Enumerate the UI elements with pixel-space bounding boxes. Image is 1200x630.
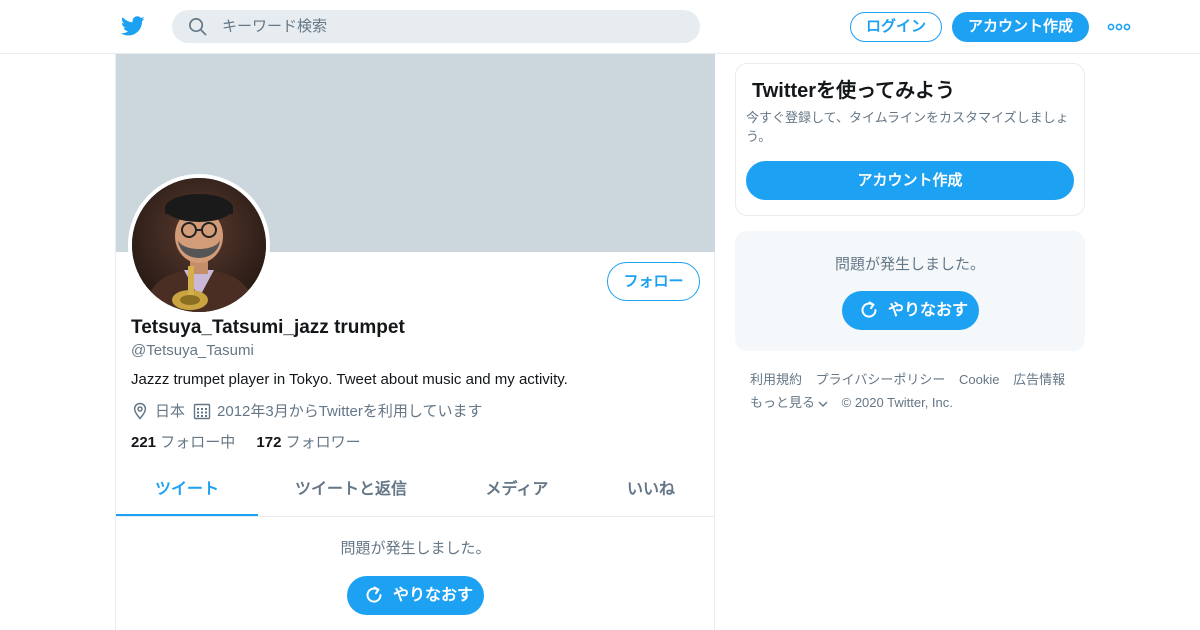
profile-joined-date: 2012年3月からTwitterを利用しています bbox=[217, 403, 483, 420]
timeline-retry-button[interactable]: やりなおす bbox=[347, 576, 484, 615]
sidebar-error-message: 問題が発生しました。 bbox=[834, 256, 985, 273]
signup-card-title: Twitterを使ってみよう bbox=[752, 80, 956, 102]
footer-more-link[interactable]: もっと見る bbox=[750, 391, 828, 414]
tab-media[interactable]: メディア bbox=[461, 466, 573, 516]
follow-button[interactable]: フォロー bbox=[607, 262, 700, 301]
footer-link-cookie[interactable]: Cookie bbox=[959, 368, 999, 391]
profile-display-name: Tetsuya_Tatsumi_jazz trumpet bbox=[131, 317, 405, 338]
chevron-down-icon bbox=[818, 401, 828, 407]
footer-more-label: もっと見る bbox=[750, 395, 816, 410]
following-stat[interactable]: 221 フォロー中 bbox=[131, 431, 235, 452]
retry-icon bbox=[366, 586, 382, 603]
footer-copyright: © 2020 Twitter, Inc. bbox=[841, 395, 953, 410]
retry-icon bbox=[861, 301, 877, 318]
timeline-error-message: 問題が発生しました。 bbox=[340, 540, 491, 557]
profile-meta: 日本 2012年3月からTwitterを利用しています bbox=[131, 400, 482, 420]
calendar-icon bbox=[185, 402, 217, 420]
footer-link-ads[interactable]: 広告情報 bbox=[1013, 368, 1065, 391]
tab-likes[interactable]: いいね bbox=[606, 466, 696, 516]
signup-card: Twitterを使ってみよう 今すぐ登録して、タイムラインをカスタマイズしましょ… bbox=[735, 63, 1085, 216]
profile-bio: Jazzz trumpet player in Tokyo. Tweet abo… bbox=[131, 371, 568, 388]
following-count: 221 bbox=[131, 434, 157, 451]
footer-links: 利用規約 プライバシーポリシー Cookie 広告情報 もっと見る © 2020… bbox=[750, 368, 1080, 414]
profile-tabs: ツイート ツイートと返信 メディア いいね bbox=[116, 466, 715, 517]
following-label: フォロー中 bbox=[160, 434, 236, 451]
footer-link-terms[interactable]: 利用規約 bbox=[750, 368, 802, 391]
followers-label: フォロワー bbox=[285, 434, 361, 451]
signup-card-description: 今すぐ登録して、タイムラインをカスタマイズしましょう。 bbox=[746, 110, 1069, 144]
avatar[interactable] bbox=[128, 174, 270, 316]
sidebar-error-card: 問題が発生しました。 やりなおす bbox=[735, 231, 1085, 351]
avatar-photo bbox=[132, 178, 266, 312]
location-icon bbox=[131, 402, 155, 420]
profile-stats: 221 フォロー中 172 フォロワー bbox=[131, 431, 378, 452]
search-icon bbox=[189, 18, 207, 36]
profile-handle: @Tetsuya_Tasumi bbox=[131, 342, 254, 359]
twitter-bird-icon[interactable] bbox=[120, 14, 146, 38]
profile-location: 日本 bbox=[155, 403, 186, 420]
signup-card-button[interactable]: アカウント作成 bbox=[746, 161, 1074, 200]
signup-button[interactable]: アカウント作成 bbox=[952, 12, 1089, 42]
search-box[interactable] bbox=[172, 10, 700, 43]
top-navigation-bar: ログイン アカウント作成 bbox=[0, 0, 1200, 54]
profile-column: フォロー Tetsuya_Tatsumi_jazz trumpet @Tetsu… bbox=[115, 54, 715, 630]
timeline-retry-label: やりなおす bbox=[393, 587, 474, 604]
login-button[interactable]: ログイン bbox=[850, 12, 942, 42]
tab-tweets-and-replies[interactable]: ツイートと返信 bbox=[276, 466, 426, 516]
tab-tweets[interactable]: ツイート bbox=[116, 466, 258, 516]
more-dots-icon[interactable] bbox=[1107, 20, 1131, 34]
search-input[interactable] bbox=[222, 10, 682, 43]
sidebar-retry-label: やりなおす bbox=[888, 302, 969, 319]
followers-stat[interactable]: 172 フォロワー bbox=[256, 431, 360, 452]
footer-link-privacy[interactable]: プライバシーポリシー bbox=[816, 368, 946, 391]
followers-count: 172 bbox=[256, 434, 282, 451]
sidebar-retry-button[interactable]: やりなおす bbox=[842, 291, 979, 330]
